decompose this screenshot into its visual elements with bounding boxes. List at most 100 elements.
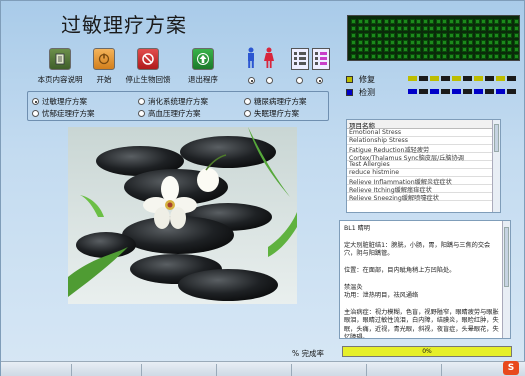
led-cell (422, 19, 428, 24)
option-insomnia[interactable]: 失眠理疗方案 (244, 108, 299, 119)
detect-indicator: 检测 (346, 87, 375, 98)
led-cell (513, 40, 519, 45)
led-cell (435, 54, 441, 59)
led-cell (370, 26, 376, 31)
led-cell (500, 33, 506, 38)
led-cell (474, 19, 480, 24)
radio-depression[interactable] (32, 110, 39, 117)
list-item[interactable]: Relieve Itching缓解瘙痒症状 (347, 185, 500, 194)
male-radio[interactable] (248, 77, 255, 84)
list-item[interactable]: Test Allergies (347, 161, 500, 169)
led-cell (377, 40, 382, 45)
led-cell (448, 54, 454, 59)
led-cell (461, 33, 467, 38)
description-scrollbar[interactable] (502, 221, 510, 338)
progress-bar: 0% (342, 346, 512, 357)
option-insomnia-label: 失眠理疗方案 (254, 109, 299, 118)
option-hypertension[interactable]: 高血压理疗方案 (138, 108, 201, 119)
led-cell (455, 19, 460, 24)
sogou-ime-icon[interactable]: S (503, 361, 519, 375)
mode-radio-2[interactable] (316, 77, 323, 84)
therapy-item-list[interactable]: 项目名称 Emotional Stress Relationship Stres… (346, 119, 501, 213)
radio-hypertension[interactable] (138, 110, 145, 117)
list-item[interactable]: Emotional Stress (347, 129, 500, 137)
led-cell (416, 26, 421, 31)
led-cell (351, 33, 356, 38)
led-cell (442, 47, 447, 52)
radio-digestive[interactable] (138, 98, 145, 105)
led-cell (390, 54, 395, 59)
led-cell (429, 19, 434, 24)
radio-diabetes[interactable] (244, 98, 251, 105)
meter-segment (474, 76, 483, 81)
led-cell (500, 19, 506, 24)
led-cell (416, 47, 421, 52)
led-cell (474, 26, 480, 31)
led-cell (500, 26, 506, 31)
led-cell (513, 26, 519, 31)
led-cell (435, 47, 441, 52)
led-cell (474, 54, 480, 59)
led-cell (474, 40, 480, 45)
list-scrollbar[interactable] (492, 120, 500, 212)
meter-segment (430, 89, 439, 94)
stop-icon (137, 48, 159, 70)
list-item[interactable]: reduce histmine (347, 169, 500, 177)
mode-radio-1[interactable] (296, 77, 303, 84)
led-cell (409, 19, 415, 24)
option-allergy[interactable]: 过敏理疗方案 (32, 96, 87, 107)
stop-button-label: 停止生物回馈 (125, 75, 171, 84)
stop-button[interactable]: 停止生物回馈 (118, 48, 178, 85)
progress-label: % 完成率 (292, 349, 325, 358)
led-cell (364, 26, 369, 31)
list-view-icon[interactable] (291, 48, 309, 70)
led-cell (377, 19, 382, 24)
meter-segment (441, 89, 450, 94)
led-cell (390, 40, 395, 45)
detect-label: 检测 (359, 88, 375, 97)
radio-insomnia[interactable] (244, 110, 251, 117)
option-diabetes-label: 糖尿病理疗方案 (254, 97, 307, 106)
female-radio[interactable] (266, 77, 273, 84)
detect-color-swatch (346, 89, 353, 96)
led-cell (370, 40, 376, 45)
led-cell (403, 54, 408, 59)
chart-view-icon[interactable] (312, 48, 330, 70)
option-depression[interactable]: 忧郁症理疗方案 (32, 108, 95, 119)
led-cell (442, 40, 447, 45)
radio-allergy[interactable] (32, 98, 39, 105)
led-cell (442, 19, 447, 24)
led-cell (357, 33, 363, 38)
led-cell (357, 40, 363, 45)
led-cell (422, 26, 428, 31)
led-cell (383, 40, 389, 45)
list-item[interactable]: Relieve Inflammation缓解炎症症状 (347, 177, 500, 186)
led-cell (494, 40, 499, 45)
list-item[interactable]: Cortex/Thalamus Sync脑皮层/丘脑协调 (347, 153, 500, 162)
led-cell (461, 19, 467, 24)
led-cell (364, 33, 369, 38)
led-cell (487, 40, 493, 45)
led-cell (429, 26, 434, 31)
option-diabetes[interactable]: 糖尿病理疗方案 (244, 96, 307, 107)
list-item[interactable]: Relationship Stress (347, 137, 500, 145)
option-digestive[interactable]: 消化系统理疗方案 (138, 96, 208, 107)
list-scroll-thumb[interactable] (494, 124, 499, 152)
led-cell (468, 54, 473, 59)
meter-segment (463, 76, 472, 81)
led-cell (429, 40, 434, 45)
led-cell (429, 47, 434, 52)
led-cell (494, 19, 499, 24)
exit-button[interactable]: 退出程序 (173, 48, 233, 85)
led-cell (422, 47, 428, 52)
repair-indicator: 修复 (346, 74, 375, 85)
description-scroll-thumb[interactable] (504, 227, 509, 287)
led-cell (416, 19, 421, 24)
led-cell (468, 40, 473, 45)
led-cell (455, 54, 460, 59)
list-item[interactable]: Fatigue Reduction减轻疲劳 (347, 145, 500, 154)
description-panel: BL1 睛明 定大别脏脏结1：膀胱，小肠，胃，阳蹻与三焦的交会穴，阴与阳蹻管。 … (339, 220, 511, 339)
led-cell (396, 47, 402, 52)
list-item[interactable]: Relieve Sneezing缓解喷嚏症状 (347, 193, 500, 202)
led-cell (357, 19, 363, 24)
